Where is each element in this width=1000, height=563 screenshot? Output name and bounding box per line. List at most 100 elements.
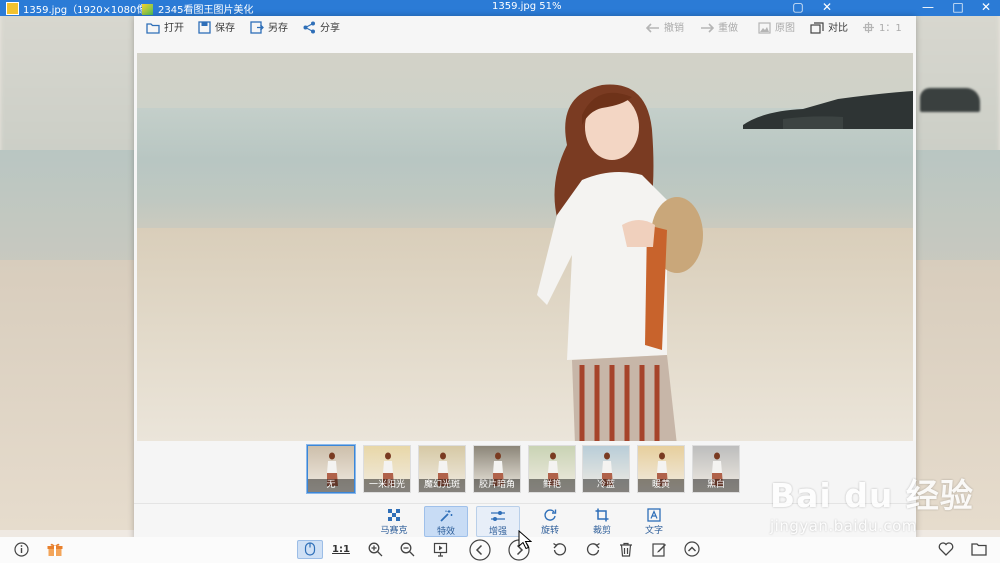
zoom-in-icon — [368, 542, 382, 556]
filter-thumb[interactable]: 鲜艳 — [528, 445, 576, 493]
actual-size-button[interactable]: 1：1 — [862, 21, 902, 37]
editor-toolbar: 打开 保存 另存 分享 撤销 重做 原图 对比 1：1 — [134, 16, 916, 42]
image-editor-window: 打开 保存 另存 分享 撤销 重做 原图 对比 1：1 无 一米阳光 魔幻光斑 … — [134, 16, 916, 541]
info-button[interactable] — [12, 541, 30, 559]
delete-button[interactable] — [617, 541, 635, 559]
photo-sand — [137, 228, 913, 441]
tool-rotate-button[interactable]: 旋转 — [528, 506, 572, 537]
rotate-right-button[interactable] — [584, 541, 602, 559]
photo-subject — [537, 84, 703, 441]
tool-crop-button[interactable]: 裁剪 — [580, 506, 624, 537]
file-zoom-title: 1359.jpg 51% — [492, 1, 562, 12]
tool-magic-wand-button[interactable]: 特效 — [424, 506, 468, 537]
mouse-mode-button[interactable] — [297, 540, 323, 559]
original-label: 原图 — [775, 23, 795, 34]
slideshow-icon — [433, 542, 447, 557]
mouse-cursor-icon — [518, 530, 532, 550]
filter-thumb-label: 一米阳光 — [364, 479, 410, 492]
photo-canvas[interactable] — [137, 53, 913, 441]
filter-thumb[interactable]: 无 — [307, 445, 355, 493]
filter-thumb-label: 暖黄 — [638, 479, 684, 492]
undo-icon — [645, 23, 659, 33]
open-folder-button[interactable] — [970, 541, 988, 559]
tool-sliders-button[interactable]: 增强 — [476, 506, 520, 537]
edit-icon — [651, 542, 666, 557]
tool-mosaic-button[interactable]: 马赛克 — [372, 506, 416, 537]
rotate-right-icon — [586, 542, 600, 556]
favorite-button[interactable] — [937, 541, 955, 559]
save-label: 保存 — [215, 23, 235, 34]
mosaic-icon — [372, 508, 416, 522]
save-icon — [198, 21, 211, 34]
zoom-out-icon — [400, 542, 414, 556]
zoom-in-button[interactable] — [366, 541, 384, 559]
filter-thumb[interactable]: 魔幻光斑 — [418, 445, 466, 493]
maximize-button[interactable]: □ — [944, 0, 972, 16]
filter-strip: 无一米阳光 魔幻光斑 胶片暗角 鲜艳 冷蓝 暖黄 黑白 — [134, 441, 916, 503]
viewer-tab[interactable]: 1359.jpg（1920×1080像 — [6, 1, 146, 16]
gift-icon — [47, 543, 63, 556]
save-button[interactable]: 保存 — [198, 21, 235, 37]
tool-label: 文字 — [644, 526, 663, 536]
filter-thumb[interactable]: 黑白 — [692, 445, 740, 493]
compare-icon — [810, 22, 824, 34]
undo-button[interactable]: 撤销 — [645, 21, 684, 37]
save-as-icon — [250, 21, 264, 34]
chevron-up-icon — [684, 541, 700, 557]
rotate-left-button[interactable] — [551, 541, 569, 559]
save-as-button[interactable]: 另存 — [250, 21, 288, 37]
app-logo-icon — [142, 4, 153, 15]
viewer-bottom-bar: 1:1 — [0, 537, 1000, 563]
filter-thumb-label: 魔幻光斑 — [419, 479, 465, 492]
filter-thumb[interactable]: 一米阳光 — [363, 445, 411, 493]
restore-down-button[interactable]: ▢ — [784, 0, 812, 16]
viewer-title-bar: 1359.jpg（1920×1080像 2345看图王图片美化 1359.jpg… — [0, 0, 1000, 16]
viewer-tab-label: 1359.jpg（1920×1080像 — [23, 5, 147, 16]
compare-label: 对比 — [828, 23, 848, 34]
previous-image-button[interactable] — [468, 539, 492, 561]
window-close-button[interactable]: ✕ — [813, 0, 841, 16]
sliders-icon — [477, 509, 519, 523]
editor-title-label: 2345看图王图片美化 — [158, 5, 254, 16]
filter-thumb[interactable]: 冷蓝 — [582, 445, 630, 493]
open-button[interactable]: 打开 — [146, 21, 184, 37]
slideshow-button[interactable] — [431, 541, 449, 559]
edit-button[interactable] — [650, 541, 668, 559]
undo-label: 撤销 — [664, 23, 684, 34]
filter-thumb[interactable]: 胶片暗角 — [473, 445, 521, 493]
actual-size-toggle[interactable]: 1:1 — [331, 541, 351, 559]
filter-thumb-label: 鲜艳 — [529, 479, 575, 492]
tool-label: 增强 — [488, 527, 507, 537]
close-button[interactable]: ✕ — [972, 0, 1000, 16]
move-icon — [863, 22, 874, 33]
tool-text-button[interactable]: 文字 — [632, 506, 676, 537]
redo-icon — [701, 23, 715, 33]
original-button[interactable]: 原图 — [758, 21, 795, 37]
mouse-icon — [304, 542, 316, 556]
minimize-button[interactable]: — — [914, 0, 942, 16]
text-icon — [632, 508, 676, 522]
filter-thumb-label: 胶片暗角 — [474, 479, 520, 492]
compare-button[interactable]: 对比 — [810, 21, 848, 37]
share-label: 分享 — [320, 23, 340, 34]
redo-button[interactable]: 重做 — [700, 21, 738, 37]
image-icon — [758, 22, 771, 34]
filter-thumb[interactable]: 暖黄 — [637, 445, 685, 493]
filter-thumb-label: 冷蓝 — [583, 479, 629, 492]
background-rock — [920, 88, 980, 112]
gift-button[interactable] — [46, 541, 64, 559]
tool-label: 裁剪 — [592, 526, 611, 536]
tool-label: 旋转 — [540, 526, 559, 536]
redo-label: 重做 — [718, 23, 738, 34]
filter-thumb-label: 无 — [308, 479, 354, 492]
share-button[interactable]: 分享 — [303, 21, 340, 37]
tool-label: 马赛克 — [380, 526, 408, 536]
folder-icon — [971, 543, 987, 556]
share-icon — [303, 21, 315, 34]
zoom-out-button[interactable] — [398, 541, 416, 559]
more-button[interactable] — [683, 541, 701, 559]
chevron-left-icon — [469, 539, 491, 561]
photo-rock — [743, 91, 913, 129]
open-label: 打开 — [164, 23, 184, 34]
filter-thumb-label: 黑白 — [693, 479, 739, 492]
